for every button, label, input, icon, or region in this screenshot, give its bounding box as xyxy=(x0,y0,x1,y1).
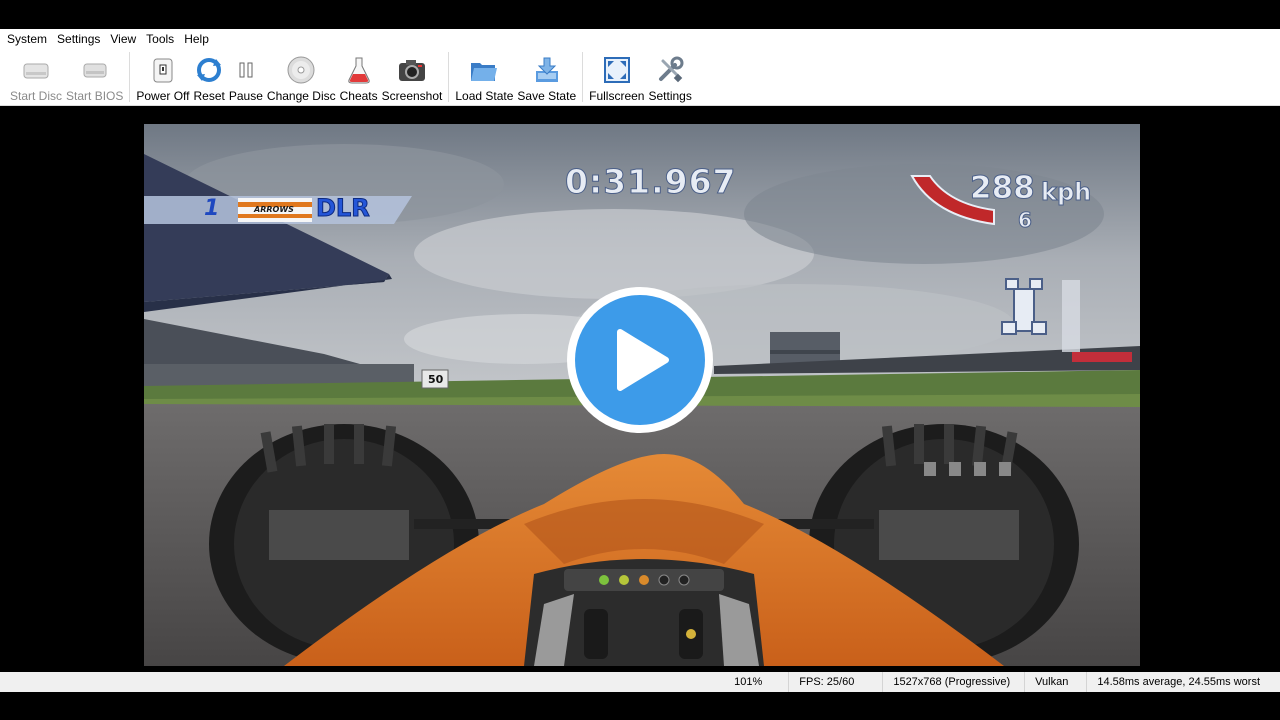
toolbar-separator xyxy=(448,52,450,102)
distance-marker: 50 xyxy=(428,373,444,386)
play-icon xyxy=(575,295,705,425)
menu-tools[interactable]: Tools xyxy=(143,29,181,49)
race-position: 1 xyxy=(204,196,220,221)
start-disc-button[interactable]: Start Disc xyxy=(10,49,62,105)
start-bios-label: Start BIOS xyxy=(66,89,124,103)
power-off-button[interactable]: Power Off xyxy=(136,49,190,105)
reset-label: Reset xyxy=(193,89,225,103)
video-play-button[interactable] xyxy=(567,287,713,433)
gear-indicator: 6 xyxy=(1018,208,1033,233)
start-disc-label: Start Disc xyxy=(10,89,63,103)
toolbar-separator xyxy=(129,52,131,102)
load-state-button[interactable]: Load State xyxy=(455,49,513,105)
frame-time-info: 14.58ms average, 24.55ms worst xyxy=(1086,672,1280,692)
settings-label: Settings xyxy=(648,89,692,103)
bios-chip-icon xyxy=(80,55,110,85)
toolbar-separator xyxy=(582,52,584,102)
save-state-label: Save State xyxy=(517,89,577,103)
change-disc-label: Change Disc xyxy=(266,89,336,103)
change-disc-button[interactable]: Change Disc xyxy=(267,49,336,105)
display-viewport: 0:31.967 288 kph 6 1 ARROWS DLR 50 xyxy=(0,106,1280,672)
pause-label: Pause xyxy=(228,89,263,103)
disc-drive-icon xyxy=(21,55,51,85)
pause-icon xyxy=(231,55,261,85)
save-state-button[interactable]: Save State xyxy=(517,49,576,105)
top-letterbox xyxy=(0,0,1280,29)
flask-icon xyxy=(344,55,374,85)
toolbar: Start Disc Start BIOS Power Off Reset Pa… xyxy=(0,49,1280,106)
reset-icon xyxy=(194,55,224,85)
team-logo: ARROWS xyxy=(254,205,294,214)
load-state-label: Load State xyxy=(455,89,514,103)
menu-system[interactable]: System xyxy=(4,29,54,49)
settings-button[interactable]: Settings xyxy=(648,49,692,105)
menu-help[interactable]: Help xyxy=(181,29,216,49)
disc-icon xyxy=(286,55,316,85)
cheats-label: Cheats xyxy=(339,89,378,103)
lap-time: 0:31.967 xyxy=(565,162,737,202)
fullscreen-label: Fullscreen xyxy=(589,89,645,103)
power-off-label: Power Off xyxy=(136,89,190,103)
cheats-button[interactable]: Cheats xyxy=(340,49,378,105)
screenshot-label: Screenshot xyxy=(381,89,443,103)
fullscreen-icon xyxy=(602,55,632,85)
status-bar: 101% FPS: 25/60 1527x768 (Progressive) V… xyxy=(0,672,1280,692)
driver-code: DLR xyxy=(316,194,371,223)
reset-button[interactable]: Reset xyxy=(194,49,225,105)
menu-bar: System Settings View Tools Help xyxy=(0,29,1280,49)
resolution-info: 1527x768 (Progressive) xyxy=(882,672,1024,692)
menu-settings[interactable]: Settings xyxy=(54,29,107,49)
save-download-icon xyxy=(532,55,562,85)
screenshot-button[interactable]: Screenshot xyxy=(381,49,443,105)
folder-open-icon xyxy=(469,55,499,85)
fps-counter: FPS: 25/60 xyxy=(788,672,882,692)
power-icon xyxy=(148,55,178,85)
camera-icon xyxy=(397,55,427,85)
renderer-info: Vulkan xyxy=(1024,672,1086,692)
start-bios-button[interactable]: Start BIOS xyxy=(66,49,123,105)
tools-icon xyxy=(655,55,685,85)
menu-view[interactable]: View xyxy=(107,29,143,49)
bottom-letterbox xyxy=(0,692,1280,720)
pause-button[interactable]: Pause xyxy=(229,49,263,105)
zoom-level: 101% xyxy=(734,676,763,688)
speed-unit: kph xyxy=(1040,178,1092,207)
speedometer-value: 288 xyxy=(970,170,1036,207)
fullscreen-button[interactable]: Fullscreen xyxy=(589,49,644,105)
